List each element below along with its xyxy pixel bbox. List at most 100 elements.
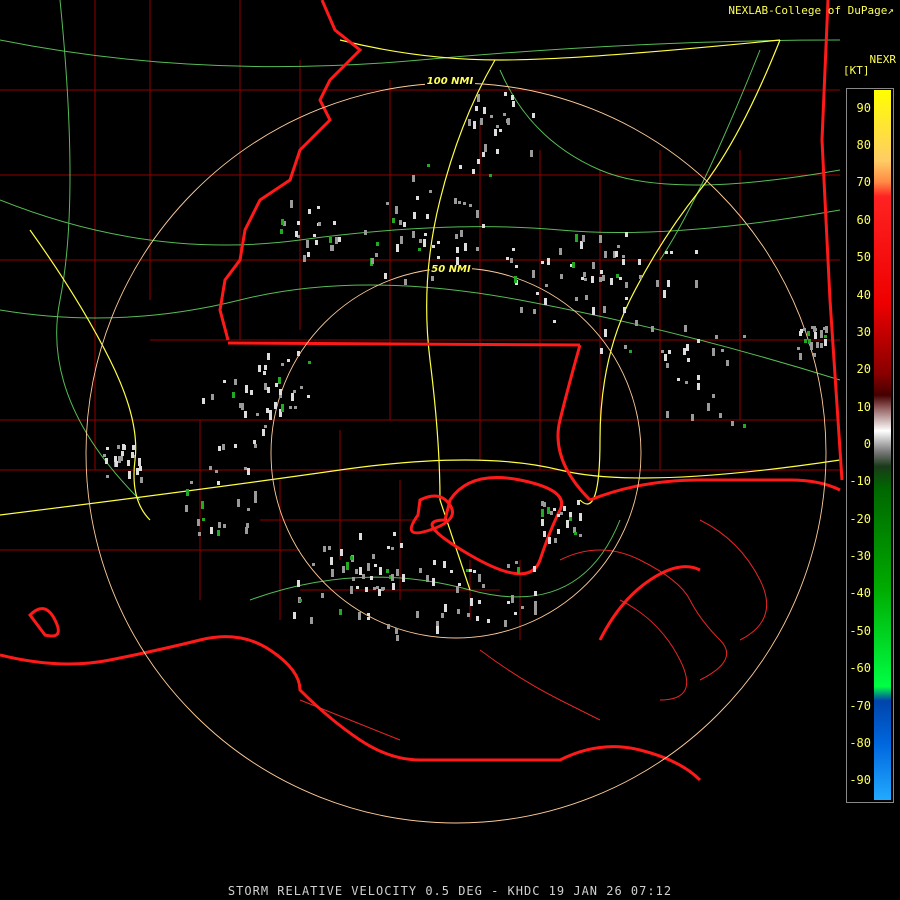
colorbar-tick-label: -70 <box>849 698 871 713</box>
echo-pixel <box>490 115 493 118</box>
echo-pixel <box>418 248 421 251</box>
echo-pixel <box>604 329 607 337</box>
echo-pixel <box>600 348 603 354</box>
echo-pixel <box>615 251 618 257</box>
echo-pixel <box>215 470 218 473</box>
echo-pixel <box>262 429 265 436</box>
echo-pixel <box>583 272 586 277</box>
echo-pixel <box>297 351 300 356</box>
colorbar-tick-label: -60 <box>849 661 871 676</box>
echo-pixel <box>581 277 584 280</box>
credit-link[interactable]: NEXLAB-College of DuPage↗ <box>728 4 894 17</box>
echo-pixel <box>456 257 459 265</box>
echo-pixel <box>120 456 123 461</box>
echo-pixel <box>223 380 226 383</box>
echo-pixel <box>484 144 487 152</box>
echo-pixel <box>115 461 118 467</box>
echo-pixel <box>820 343 823 348</box>
echo-pixel <box>625 282 628 288</box>
echo-pixel <box>395 206 398 214</box>
echo-pixel <box>489 174 492 177</box>
echo-pixel <box>419 568 422 573</box>
echo-pixel <box>666 411 669 418</box>
echo-pixel <box>297 221 300 225</box>
echo-pixel <box>128 471 131 479</box>
echo-pixel <box>477 94 480 102</box>
echo-pixel <box>313 234 316 237</box>
echo-pixel <box>463 202 466 205</box>
echo-pixel <box>667 280 670 287</box>
echo-pixel <box>533 309 536 314</box>
echo-pixel <box>254 444 257 448</box>
echo-pixel <box>666 363 669 368</box>
echo-pixel <box>399 220 402 225</box>
colorbar-tick-label: 80 <box>856 138 871 153</box>
echo-pixel <box>293 612 296 619</box>
echo-pixel <box>384 273 387 279</box>
echo-pixel <box>331 245 334 251</box>
echo-pixel <box>374 564 377 567</box>
echo-pixel <box>600 270 603 274</box>
echo-pixel <box>244 411 247 418</box>
echo-pixel <box>575 297 578 301</box>
echo-pixel <box>543 531 546 537</box>
echo-pixel <box>712 394 715 398</box>
echo-pixel <box>635 320 638 326</box>
echo-pixel <box>245 527 248 534</box>
echo-pixel <box>392 583 395 590</box>
echo-pixel <box>138 458 141 466</box>
echo-pixel <box>321 593 324 598</box>
echo-pixel <box>387 624 390 629</box>
echo-pixel <box>370 576 373 580</box>
echo-pixel <box>396 244 399 252</box>
echo-pixel <box>520 307 523 313</box>
echo-pixel <box>715 335 718 339</box>
echo-pixel <box>743 424 746 428</box>
echo-pixel <box>367 613 370 616</box>
echo-pixel <box>267 353 270 360</box>
echo-pixel <box>234 379 237 385</box>
echo-pixel <box>223 524 226 528</box>
echo-pixel <box>743 335 746 338</box>
echo-pixel <box>496 125 499 128</box>
echo-pixel <box>557 529 560 534</box>
echo-pixel <box>376 586 379 589</box>
echo-pixel <box>393 532 396 536</box>
echo-pixel <box>661 350 664 353</box>
echo-pixel <box>264 365 267 370</box>
echo-pixel <box>431 276 434 281</box>
echo-pixel <box>476 247 479 251</box>
credit-text: NEXLAB-College of DuPage <box>728 4 888 17</box>
echo-pixel <box>541 519 544 526</box>
colorbar-tick-label: 20 <box>856 362 871 377</box>
echo-pixel <box>480 118 483 125</box>
echo-pixel <box>280 229 283 234</box>
echo-pixel <box>258 365 261 372</box>
echo-pixel <box>300 386 303 389</box>
echo-pixel <box>386 202 389 205</box>
echo-pixel <box>668 350 671 354</box>
echo-pixel <box>253 440 256 444</box>
echo-pixel <box>619 277 622 280</box>
echo-pixel <box>432 578 435 586</box>
echo-pixel <box>234 444 237 448</box>
echo-pixel <box>616 274 619 278</box>
echo-pixel <box>202 398 205 404</box>
echo-pixel <box>553 320 556 323</box>
echo-pixel <box>307 252 310 257</box>
echo-pixel <box>105 458 108 464</box>
echo-pixel <box>504 620 507 627</box>
echo-pixel <box>404 279 407 285</box>
echo-pixel <box>807 331 810 336</box>
echo-pixel <box>604 251 607 258</box>
echo-pixel <box>294 406 297 409</box>
echo-pixel <box>457 609 460 614</box>
echo-pixel <box>496 149 499 154</box>
echo-pixel <box>670 251 673 254</box>
echo-pixel <box>602 275 605 281</box>
echo-pixel <box>536 292 539 295</box>
echo-pixel <box>541 261 544 264</box>
echo-pixel <box>131 452 134 458</box>
echo-pixel <box>295 231 298 237</box>
echo-pixel <box>697 375 700 380</box>
